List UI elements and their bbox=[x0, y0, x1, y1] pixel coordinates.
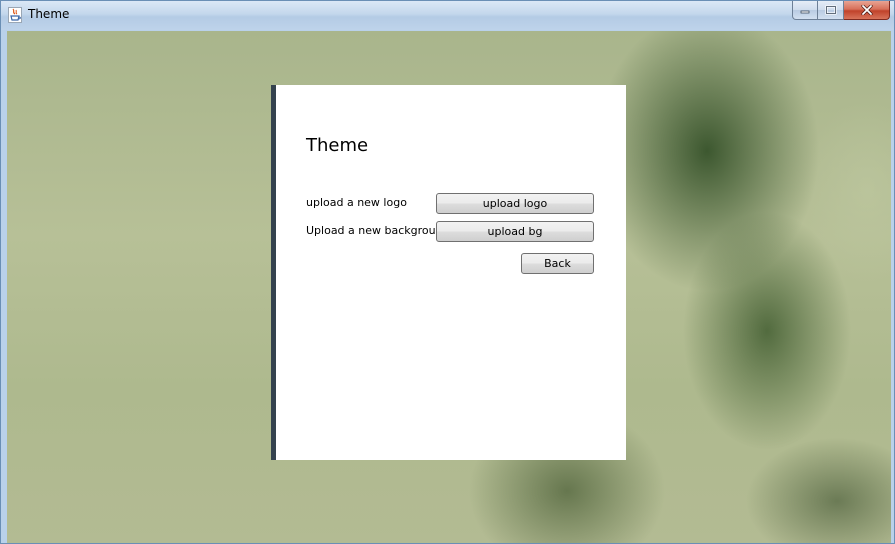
caption-buttons bbox=[792, 1, 890, 21]
title-bar[interactable]: Theme bbox=[1, 1, 894, 30]
background-image: Theme upload a new logo upload logo Uplo… bbox=[7, 31, 891, 543]
maximize-button[interactable] bbox=[818, 1, 844, 20]
java-icon[interactable] bbox=[8, 7, 22, 23]
back-button[interactable]: Back bbox=[521, 253, 594, 274]
upload-bg-button[interactable]: upload bg bbox=[436, 221, 594, 242]
minimize-icon bbox=[800, 10, 810, 14]
maximize-icon bbox=[824, 5, 837, 15]
window-title: Theme bbox=[28, 7, 70, 21]
theme-window: Theme Theme upload a new logo upload log… bbox=[0, 0, 895, 544]
upload-background-label: Upload a new background bbox=[306, 224, 450, 237]
close-button[interactable] bbox=[844, 1, 890, 20]
theme-panel: Theme upload a new logo upload logo Uplo… bbox=[271, 85, 626, 460]
close-icon bbox=[860, 5, 873, 15]
upload-logo-button[interactable]: upload logo bbox=[436, 193, 594, 214]
upload-logo-label: upload a new logo bbox=[306, 196, 407, 209]
minimize-button[interactable] bbox=[792, 1, 818, 20]
page-title: Theme bbox=[306, 135, 369, 156]
